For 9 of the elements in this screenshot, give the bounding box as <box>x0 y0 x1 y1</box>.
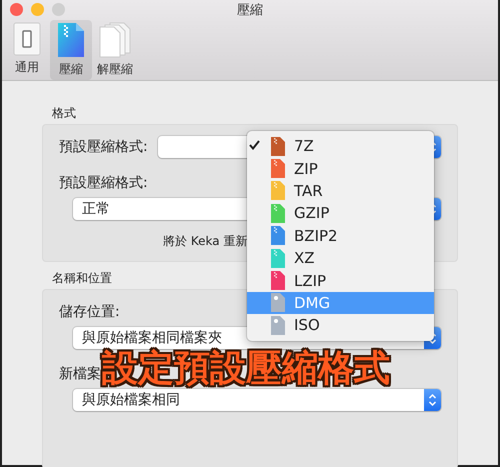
window-title: 壓縮 <box>237 2 263 19</box>
field-label: 預設壓縮格式: <box>59 139 148 155</box>
field-label: 新檔案 <box>59 366 101 382</box>
field-label: 儲存位置: <box>59 304 120 320</box>
field-label: 預設壓縮格式: <box>59 175 148 191</box>
note-text: 將於 Keka 重新 <box>163 234 248 248</box>
section-title: 格式 <box>52 106 76 120</box>
section-title: 名稱和位置 <box>52 271 112 285</box>
caption-text: 設定預設壓縮格式 <box>102 351 390 387</box>
